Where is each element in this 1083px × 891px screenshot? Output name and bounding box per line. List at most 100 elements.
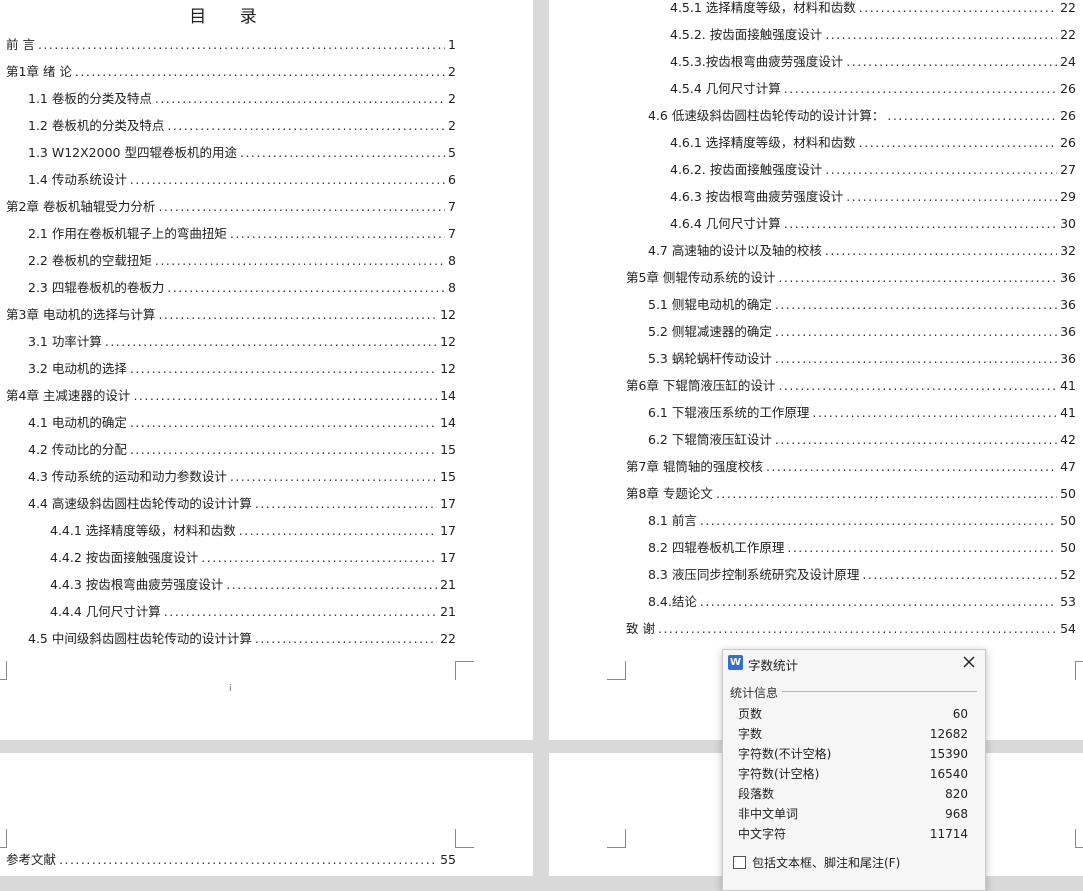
toc-entry[interactable]: 2.2 卷板机的空载扭矩 8 xyxy=(28,248,456,274)
toc-leader-dots xyxy=(133,383,437,409)
crop-mark xyxy=(607,661,626,680)
toc-leader-dots xyxy=(775,292,1057,318)
include-textbox-checkbox[interactable]: 包括文本框、脚注和尾注(F) xyxy=(733,854,900,870)
toc-entry-page: 41 xyxy=(1060,378,1076,393)
toc-entry[interactable]: 4.3 传动系统的运动和动力参数设计 15 xyxy=(28,464,456,490)
toc-entry[interactable]: 5.3 蜗轮蜗杆传动设计 36 xyxy=(648,346,1076,372)
toc-entry[interactable]: 4.6.2. 按齿面接触强度设计 27 xyxy=(670,157,1076,183)
toc-entry-text: 4.6.2. 按齿面接触强度设计 xyxy=(670,162,823,177)
toc-leader-dots xyxy=(155,248,445,274)
toc-entry-page: 22 xyxy=(1060,27,1076,42)
toc-entry[interactable]: 1.4 传动系统设计 6 xyxy=(28,167,456,193)
toc-entry[interactable]: 4.5.1 选择精度等级，材料和齿数 22 xyxy=(670,0,1076,21)
toc-entry-page: 24 xyxy=(1060,54,1076,69)
toc-entry[interactable]: 2.1 作用在卷板机辊子上的弯曲扭矩 7 xyxy=(28,221,456,247)
toc-entry-text: 第5章 侧辊传动系统的设计 xyxy=(626,270,776,285)
word-count-dialog[interactable]: W 字数统计 统计信息 页数 60 字数 12682 字符数(不计空格) 15390 字符数… xyxy=(722,649,986,891)
toc-entry[interactable]: 4.7 高速轴的设计以及轴的校核 32 xyxy=(648,238,1076,264)
toc-entry-page: 21 xyxy=(440,604,456,619)
toc-entry-page: 50 xyxy=(1060,513,1076,528)
section-label: 统计信息 xyxy=(730,686,779,700)
toc-entry[interactable]: 第1章 绪 论 2 xyxy=(6,59,456,85)
toc-entry-page: 22 xyxy=(440,631,456,646)
toc-entry[interactable]: 第6章 下辊筒液压缸的设计 41 xyxy=(626,373,1076,399)
toc-entry-text: 第8章 专题论文 xyxy=(626,486,713,501)
toc-entry-text: 4.6 低速级斜齿圆柱齿轮传动的设计计算： xyxy=(648,108,885,123)
toc-leader-dots xyxy=(130,437,437,463)
toc-leader-dots xyxy=(825,22,1057,48)
toc-entry[interactable]: 4.4.3 按齿根弯曲疲劳强度设计 21 xyxy=(50,572,456,598)
checkbox-box[interactable] xyxy=(733,855,746,869)
toc-entry-page: 15 xyxy=(440,442,456,457)
toc-entry[interactable]: 4.5.2. 按齿面接触强度设计 22 xyxy=(670,22,1076,48)
toc-entry[interactable]: 4.4.2 按齿面接触强度设计 17 xyxy=(50,545,456,571)
toc-leader-dots xyxy=(130,356,437,382)
toc-leader-dots xyxy=(201,545,437,571)
toc-entry[interactable]: 4.6 低速级斜齿圆柱齿轮传动的设计计算： 26 xyxy=(648,103,1076,129)
toc-entry[interactable]: 4.4 高速级斜齿圆柱齿轮传动的设计计算 17 xyxy=(28,491,456,517)
toc-entry-page: 15 xyxy=(440,469,456,484)
toc-entry[interactable]: 第4章 主减速器的设计 14 xyxy=(6,383,456,409)
toc-entry-page: 52 xyxy=(1060,567,1076,582)
toc-entry[interactable]: 1.1 卷板的分类及特点 2 xyxy=(28,86,456,112)
document-page-right: 4.5.1 选择精度等级，材料和齿数224.5.2. 按齿面接触强度设计224.… xyxy=(549,0,1083,740)
toc-entry-text: 第6章 下辊筒液压缸的设计 xyxy=(626,378,776,393)
toc-entry-references[interactable]: 参考文献 55 xyxy=(6,847,456,873)
toc-entry[interactable]: 4.6.4 几何尺寸计算 30 xyxy=(670,211,1076,237)
toc-entry-page: 36 xyxy=(1060,270,1076,285)
toc-leader-dots xyxy=(775,346,1057,372)
toc-entry-page: 26 xyxy=(1060,81,1076,96)
toc-entry[interactable]: 第5章 侧辊传动系统的设计 36 xyxy=(626,265,1076,291)
toc-entry-text: 6.1 下辊液压系统的工作原理 xyxy=(648,405,810,420)
wps-logo-icon: W xyxy=(728,655,743,670)
toc-entry-page: 53 xyxy=(1060,594,1076,609)
toc-entry[interactable]: 4.6.3 按齿根弯曲疲劳强度设计 29 xyxy=(670,184,1076,210)
toc-entry-text: 4.4.3 按齿根弯曲疲劳强度设计 xyxy=(50,577,224,592)
toc-entry[interactable]: 第7章 辊筒轴的强度校核 47 xyxy=(626,454,1076,480)
toc-entry-text: 8.2 四辊卷板机工作原理 xyxy=(648,540,785,555)
toc-entry[interactable]: 4.5 中间级斜齿圆柱齿轮传动的设计计算 22 xyxy=(28,626,456,652)
toc-entry[interactable]: 5.1 侧辊电动机的确定 36 xyxy=(648,292,1076,318)
stat-value: 15390 xyxy=(929,747,968,761)
toc-entry[interactable]: 6.1 下辊液压系统的工作原理 41 xyxy=(648,400,1076,426)
toc-entry[interactable]: 5.2 侧辊减速器的确定 36 xyxy=(648,319,1076,345)
crop-mark xyxy=(0,829,7,848)
close-button[interactable] xyxy=(960,653,978,671)
toc-entry[interactable]: 4.2 传动比的分配 15 xyxy=(28,437,456,463)
document-page-left-next: 参考文献 55 xyxy=(0,753,533,876)
toc-entry-text: 4.4.2 按齿面接触强度设计 xyxy=(50,550,199,565)
toc-entry[interactable]: 4.6.1 选择精度等级，材料和齿数 26 xyxy=(670,130,1076,156)
toc-entry[interactable]: 6.2 下辊筒液压缸设计 42 xyxy=(648,427,1076,453)
toc-entry-page: 17 xyxy=(440,550,456,565)
toc-entry[interactable]: 3.1 功率计算 12 xyxy=(28,329,456,355)
toc-leader-dots xyxy=(784,76,1057,102)
toc-entry[interactable]: 8.2 四辊卷板机工作原理 50 xyxy=(648,535,1076,561)
toc-entry-page: 17 xyxy=(440,496,456,511)
toc-entry[interactable]: 8.4.结论 53 xyxy=(648,589,1076,615)
toc-entry[interactable]: 第8章 专题论文 50 xyxy=(626,481,1076,507)
dialog-titlebar[interactable]: W 字数统计 xyxy=(723,650,985,676)
toc-entry[interactable]: 1.2 卷板机的分类及特点 2 xyxy=(28,113,456,139)
toc-entry[interactable]: 1.3 W12X2000 型四辊卷板机的用途 5 xyxy=(28,140,456,166)
toc-entry[interactable]: 第3章 电动机的选择与计算 12 xyxy=(6,302,456,328)
toc-entry[interactable]: 4.5.4 几何尺寸计算 26 xyxy=(670,76,1076,102)
toc-entry-text: 4.3 传动系统的运动和动力参数设计 xyxy=(28,469,227,484)
toc-entry-text: 2.1 作用在卷板机辊子上的弯曲扭矩 xyxy=(28,226,227,241)
toc-entry[interactable]: 4.1 电动机的确定 14 xyxy=(28,410,456,436)
toc-entry[interactable]: 第2章 卷板机轴辊受力分析 7 xyxy=(6,194,456,220)
page-footer-number: i xyxy=(229,684,232,694)
toc-entry[interactable]: 前 言 1 xyxy=(6,32,456,58)
toc-entry[interactable]: 致 谢 54 xyxy=(626,616,1076,642)
toc-entry[interactable]: 4.4.4 几何尺寸计算 21 xyxy=(50,599,456,625)
toc-entry[interactable]: 4.5.3.按齿根弯曲疲劳强度设计 24 xyxy=(670,49,1076,75)
stat-label: 字数 xyxy=(738,727,763,741)
toc-leader-dots xyxy=(226,572,437,598)
toc-entry[interactable]: 8.1 前言 50 xyxy=(648,508,1076,534)
toc-entry[interactable]: 2.3 四辊卷板机的卷板力 8 xyxy=(28,275,456,301)
toc-entry[interactable]: 8.3 液压同步控制系统研究及设计原理 52 xyxy=(648,562,1076,588)
toc-entry[interactable]: 4.4.1 选择精度等级，材料和齿数 17 xyxy=(50,518,456,544)
toc-entry[interactable]: 3.2 电动机的选择 12 xyxy=(28,356,456,382)
toc-entry-page: 1 xyxy=(448,37,456,52)
checkbox-label: 包括文本框、脚注和尾注(F) xyxy=(752,855,901,870)
stat-label: 页数 xyxy=(738,707,763,721)
